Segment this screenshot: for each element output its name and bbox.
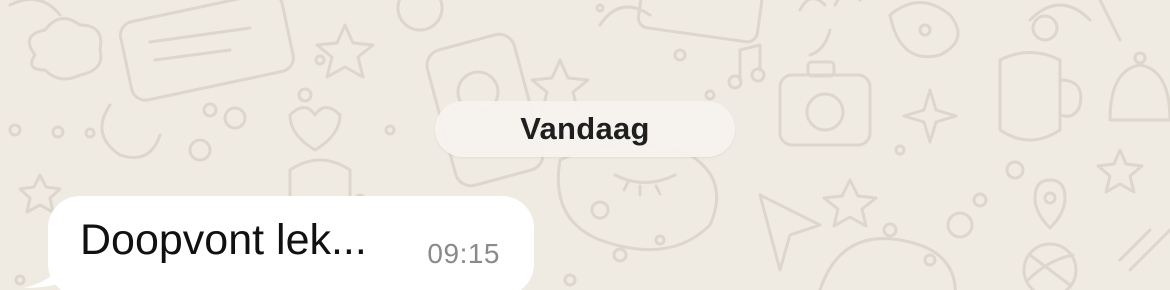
incoming-message-bubble[interactable]: Doopvont lek... 09:15 <box>48 196 534 290</box>
message-timestamp: 09:15 <box>427 238 500 269</box>
date-separator: Vandaag <box>435 101 735 157</box>
message-text: Doopvont lek... <box>80 216 367 264</box>
date-separator-label: Vandaag <box>520 111 650 146</box>
